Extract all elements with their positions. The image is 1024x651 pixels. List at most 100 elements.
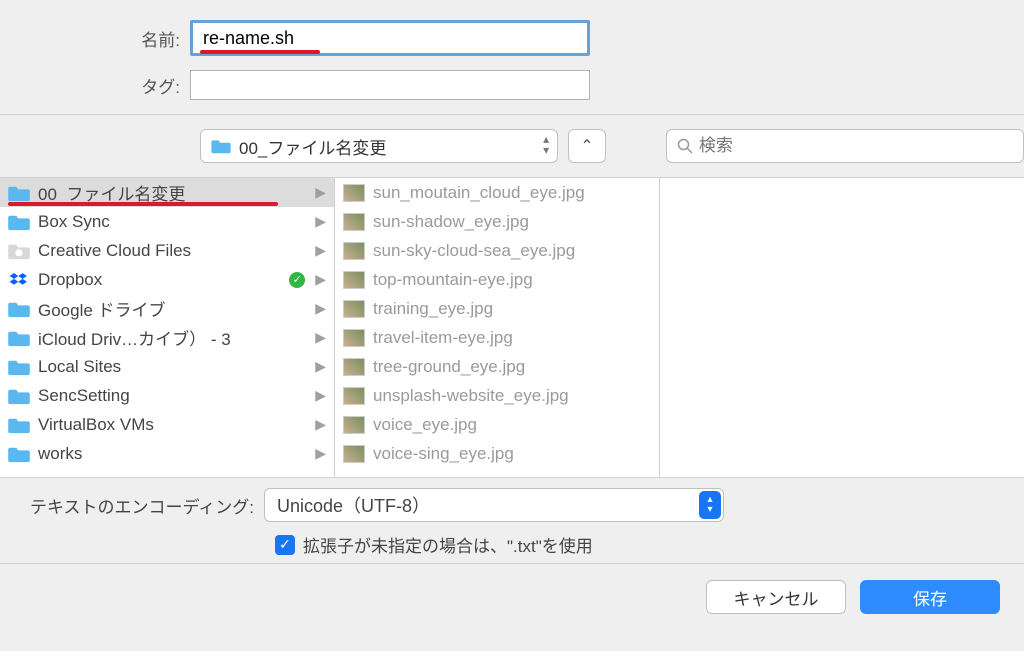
chevron-right-icon: ▶: [315, 213, 326, 230]
encoding-row: テキストのエンコーディング: Unicode（UTF-8） ▴▾: [0, 488, 1008, 522]
txt-checkbox[interactable]: ✓: [275, 535, 295, 555]
collapse-button[interactable]: ⌃: [568, 129, 606, 163]
image-thumb-icon: [343, 416, 365, 434]
image-thumb-icon: [343, 329, 365, 347]
folder-row[interactable]: iCloud Driv…カイブ） - 3 ▶: [0, 323, 334, 352]
stepper-icon: ▴▾: [699, 491, 721, 519]
image-thumb-icon: [343, 213, 365, 231]
sync-ok-badge: ✓: [289, 272, 305, 288]
image-thumb-icon: [343, 387, 365, 405]
folder-label: iCloud Driv…カイブ） - 3: [38, 325, 309, 350]
file-row[interactable]: voice-sing_eye.jpg: [335, 439, 659, 468]
top-section: 名前: タグ:: [0, 0, 1024, 115]
search-icon: [677, 138, 693, 154]
stepper-icon: ▴▾: [543, 134, 549, 156]
file-label: travel-item-eye.jpg: [373, 328, 651, 348]
options-section: テキストのエンコーディング: Unicode（UTF-8） ▴▾ ✓ 拡張子が未…: [0, 478, 1024, 564]
file-row[interactable]: training_eye.jpg: [335, 294, 659, 323]
chevron-right-icon: ▶: [315, 271, 326, 288]
name-label: 名前:: [0, 26, 188, 51]
image-thumb-icon: [343, 445, 365, 463]
chevron-right-icon: ▶: [315, 445, 326, 462]
chevron-right-icon: ▶: [315, 329, 326, 346]
folder-icon: [8, 358, 30, 376]
folder-icon: [211, 138, 231, 154]
folder-row[interactable]: Dropbox✓ ▶: [0, 265, 334, 294]
location-label: 00_ファイル名変更: [239, 134, 386, 159]
file-row[interactable]: sun-shadow_eye.jpg: [335, 207, 659, 236]
file-row[interactable]: tree-ground_eye.jpg: [335, 352, 659, 381]
tag-input[interactable]: [190, 70, 590, 100]
folder-icon: [8, 329, 30, 347]
folder-label: Dropbox: [38, 270, 289, 290]
location-popup[interactable]: 00_ファイル名変更 ▴▾: [200, 129, 558, 163]
encoding-select[interactable]: Unicode（UTF-8） ▴▾: [264, 488, 724, 522]
txt-checkbox-label: 拡張子が未指定の場合は、".txt"を使用: [303, 532, 593, 557]
folder-label: VirtualBox VMs: [38, 415, 309, 435]
file-browser: 00_ファイル名変更▶Box Sync▶Creative Cloud Files…: [0, 178, 1024, 478]
tag-label: タグ:: [0, 73, 188, 98]
annotation-redline-row: [8, 202, 278, 206]
folder-icon: [8, 242, 30, 260]
annotation-redline-name: [200, 50, 320, 54]
chevron-right-icon: ▶: [315, 242, 326, 259]
chevron-right-icon: ▶: [315, 300, 326, 317]
image-thumb-icon: [343, 300, 365, 318]
folder-row[interactable]: works ▶: [0, 439, 334, 468]
tag-row: タグ:: [0, 70, 1024, 100]
folder-label: works: [38, 444, 309, 464]
search-field[interactable]: [666, 129, 1024, 163]
file-label: training_eye.jpg: [373, 299, 651, 319]
folder-icon: [8, 184, 30, 202]
file-row[interactable]: sun-sky-cloud-sea_eye.jpg: [335, 236, 659, 265]
image-thumb-icon: [343, 358, 365, 376]
folder-row[interactable]: Google ドライブ ▶: [0, 294, 334, 323]
file-label: sun-shadow_eye.jpg: [373, 212, 651, 232]
footer: キャンセル 保存: [0, 564, 1024, 630]
encoding-value: Unicode（UTF-8）: [277, 492, 430, 518]
folder-label: SencSetting: [38, 386, 309, 406]
folder-row[interactable]: Box Sync ▶: [0, 207, 334, 236]
folder-label: Creative Cloud Files: [38, 241, 309, 261]
folder-label: Local Sites: [38, 357, 309, 377]
file-label: sun-sky-cloud-sea_eye.jpg: [373, 241, 651, 261]
file-label: voice_eye.jpg: [373, 415, 651, 435]
file-label: unsplash-website_eye.jpg: [373, 386, 651, 406]
file-row[interactable]: voice_eye.jpg: [335, 410, 659, 439]
folder-icon: [8, 271, 30, 289]
file-label: top-mountain-eye.jpg: [373, 270, 651, 290]
cancel-button[interactable]: キャンセル: [706, 580, 846, 614]
folder-label: Box Sync: [38, 212, 309, 232]
chevron-right-icon: ▶: [315, 416, 326, 433]
search-input[interactable]: [699, 136, 1013, 156]
folder-icon: [8, 213, 30, 231]
file-row[interactable]: unsplash-website_eye.jpg: [335, 381, 659, 410]
folder-icon: [8, 445, 30, 463]
folder-row[interactable]: SencSetting ▶: [0, 381, 334, 410]
chevron-up-icon: ⌃: [580, 136, 593, 156]
column-3[interactable]: [660, 178, 1024, 477]
column-1[interactable]: 00_ファイル名変更▶Box Sync▶Creative Cloud Files…: [0, 178, 335, 477]
folder-row[interactable]: VirtualBox VMs ▶: [0, 410, 334, 439]
file-row[interactable]: sun_moutain_cloud_eye.jpg: [335, 178, 659, 207]
file-label: tree-ground_eye.jpg: [373, 357, 651, 377]
encoding-label: テキストのエンコーディング:: [0, 493, 264, 518]
file-label: voice-sing_eye.jpg: [373, 444, 651, 464]
folder-icon: [8, 387, 30, 405]
toolbar: 00_ファイル名変更 ▴▾ ⌃: [0, 115, 1024, 178]
image-thumb-icon: [343, 271, 365, 289]
file-row[interactable]: top-mountain-eye.jpg: [335, 265, 659, 294]
folder-row[interactable]: Creative Cloud Files ▶: [0, 236, 334, 265]
folder-row[interactable]: 00_ファイル名変更▶: [0, 178, 334, 207]
file-label: sun_moutain_cloud_eye.jpg: [373, 183, 651, 203]
chevron-right-icon: ▶: [315, 387, 326, 404]
image-thumb-icon: [343, 242, 365, 260]
folder-icon: [8, 300, 30, 318]
folder-row[interactable]: Local Sites ▶: [0, 352, 334, 381]
chevron-right-icon: ▶: [315, 358, 326, 375]
folder-label: Google ドライブ: [38, 296, 309, 321]
column-2[interactable]: sun_moutain_cloud_eye.jpg sun-shadow_eye.…: [335, 178, 660, 477]
file-row[interactable]: travel-item-eye.jpg: [335, 323, 659, 352]
save-button[interactable]: 保存: [860, 580, 1000, 614]
image-thumb-icon: [343, 184, 365, 202]
